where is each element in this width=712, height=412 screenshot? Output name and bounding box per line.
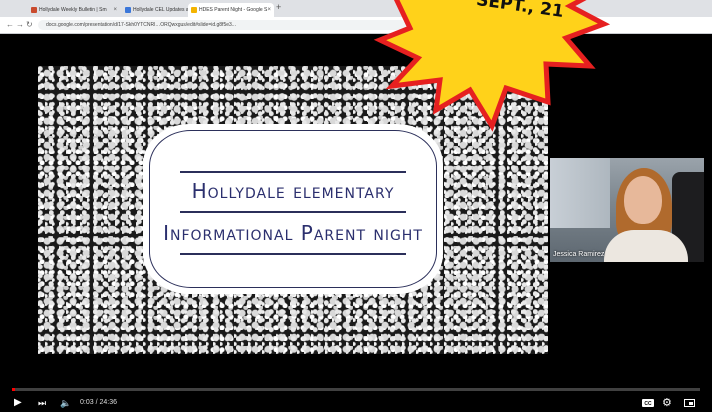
presenter-face: [624, 176, 662, 224]
video-frame: Hollydale Weekly Bulletin | Sm × Hollyda…: [0, 0, 712, 412]
slide-title-line1: Hollydale elementary: [191, 179, 395, 203]
tab-favicon-icon: [31, 7, 37, 13]
close-icon[interactable]: ×: [267, 3, 271, 17]
volume-icon[interactable]: 🔈: [60, 395, 71, 411]
play-icon[interactable]: ▶: [14, 395, 22, 411]
background-window: [550, 158, 610, 228]
slide-title-line2: Informational Parent night: [163, 221, 423, 245]
tab-label: HDES Parent Night - Google S: [199, 7, 268, 13]
presenter-name: Jessica Ramirez: [553, 251, 605, 258]
plaque-border: Hollydale elementary Informational Paren…: [149, 130, 437, 288]
reload-icon[interactable]: ↻: [26, 19, 33, 31]
divider: [180, 171, 406, 173]
tab-favicon-icon: [125, 7, 131, 13]
browser-tab-bar: Hollydale Weekly Bulletin | Sm × Hollyda…: [0, 0, 712, 17]
new-tab-icon[interactable]: +: [276, 2, 281, 12]
title-plaque: Hollydale elementary Informational Paren…: [143, 124, 443, 294]
tab-label: Hollydale Weekly Bulletin | Sm: [39, 7, 107, 13]
browser-tab-active[interactable]: HDES Parent Night - Google S ×: [188, 3, 274, 17]
back-icon[interactable]: ←: [6, 19, 14, 31]
browser-tab[interactable]: Hollydale Weekly Bulletin | Sm ×: [28, 3, 120, 17]
tab-favicon-icon: [191, 7, 197, 13]
presenter-webcam: Jessica Ramirez: [550, 158, 704, 262]
close-icon[interactable]: ×: [113, 3, 117, 17]
player-controls: ▶ ⏭ 🔈 0:03 / 24:36 CC ⚙: [0, 394, 712, 412]
time-display: 0:03 / 24:36: [80, 399, 117, 406]
forward-icon[interactable]: →: [16, 19, 24, 31]
progress-bar[interactable]: [12, 388, 700, 391]
url-field[interactable]: docs.google.com/presentation/d/17-Skh0YT…: [38, 20, 406, 30]
progress-fill: [12, 388, 15, 391]
address-bar-row: ← → ↻ docs.google.com/presentation/d/17-…: [0, 17, 712, 34]
divider: [180, 211, 406, 213]
captions-button[interactable]: CC: [642, 399, 654, 407]
divider: [180, 253, 406, 255]
presenter-body: [604, 230, 688, 262]
miniplayer-icon[interactable]: [684, 399, 695, 407]
slide-canvas: Hollydale elementary Informational Paren…: [38, 66, 548, 354]
settings-gear-icon[interactable]: ⚙: [662, 395, 672, 411]
next-icon[interactable]: ⏭: [38, 395, 46, 411]
